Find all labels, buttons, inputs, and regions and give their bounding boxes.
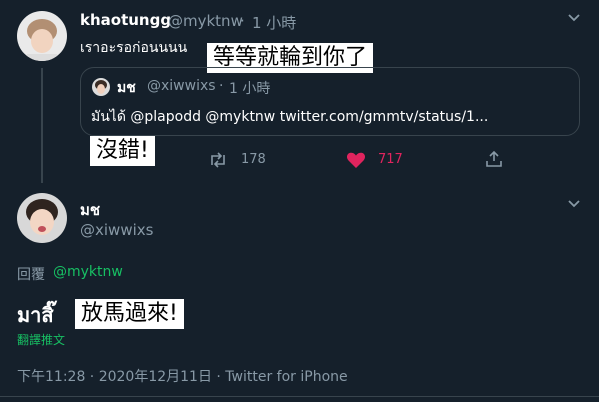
avatar-xiwwixs[interactable] [17, 193, 67, 243]
tweet1-display-name[interactable]: khaotungg [80, 11, 171, 29]
retweet-icon[interactable] [208, 151, 228, 169]
translate-tweet-link[interactable]: 翻譯推文 [17, 331, 65, 348]
tweet2-text: มาสิ๊ [17, 303, 54, 327]
avatar-khaotungg[interactable] [17, 11, 67, 61]
chevron-down-icon[interactable] [567, 11, 581, 25]
reply-label: 回覆 [17, 267, 45, 283]
tweet1-time[interactable]: 1 小時 [252, 12, 296, 33]
tweet1-sep: · [240, 12, 245, 30]
tweet1-text: เราอะรอก่อนนนน [80, 40, 188, 56]
bottom-divider [0, 396, 599, 397]
thread-line [41, 68, 43, 183]
translation-overlay-2: 沒錯! [90, 136, 155, 166]
quoted-sep: · [219, 78, 224, 94]
translation-overlay-3: 放馬過來! [75, 299, 184, 329]
chevron-down-icon[interactable] [567, 197, 581, 211]
quoted-handle: @xiwwixs [147, 78, 216, 94]
tweet2-handle[interactable]: @xiwwixs [80, 221, 153, 239]
retweet-count: 178 [241, 152, 266, 167]
heart-icon[interactable] [346, 151, 366, 169]
tweet1-handle[interactable]: @myktnw [168, 12, 243, 30]
quoted-avatar [92, 78, 110, 96]
like-count: 717 [378, 152, 403, 167]
quoted-time: 1 小時 [229, 81, 271, 97]
quoted-text: มันได้ @plapodd @myktnw twitter.com/gmmt… [91, 109, 489, 125]
quoted-display-name: มช [117, 80, 136, 96]
reply-to-link[interactable]: @myktnw [53, 264, 123, 280]
quoted-tweet[interactable]: มช @xiwwixs · 1 小時 มันได้ @plapodd @mykt… [80, 67, 580, 136]
share-icon[interactable] [485, 150, 503, 168]
tweet2-display-name[interactable]: มช [80, 198, 100, 222]
tweet-meta: 下午11:28 · 2020年12月11日 · Twitter for iPho… [17, 369, 348, 385]
